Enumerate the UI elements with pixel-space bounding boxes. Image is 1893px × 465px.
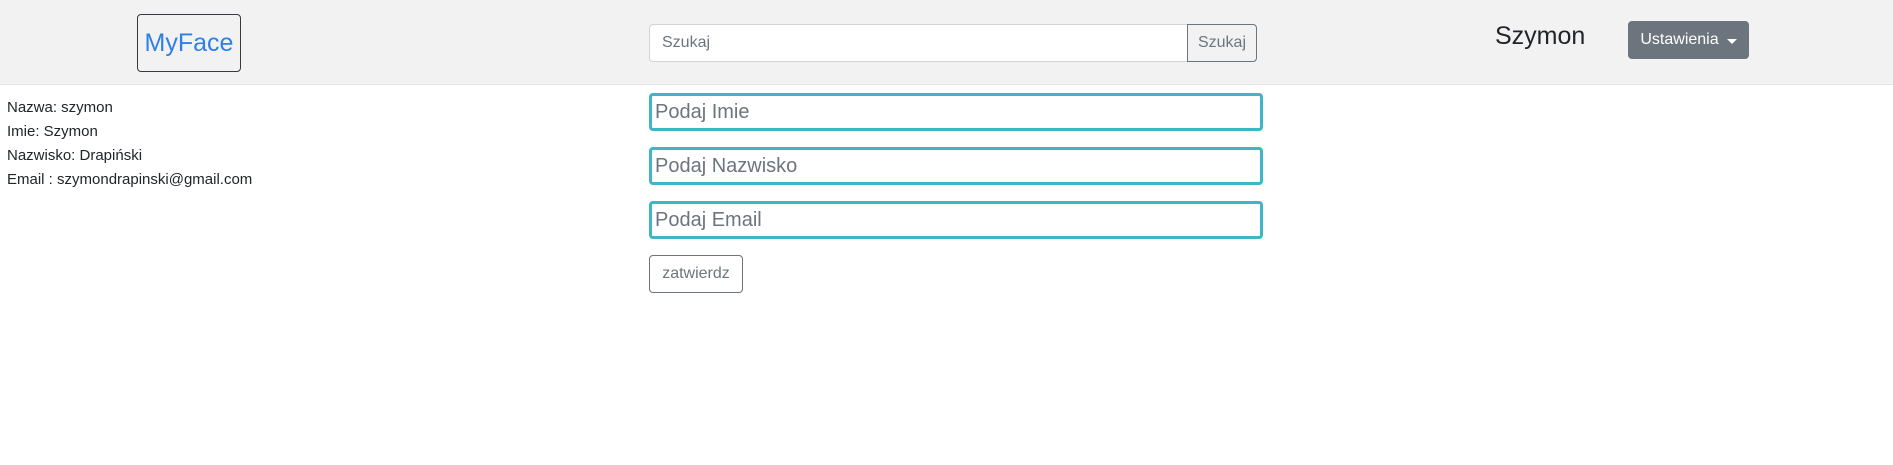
email-field[interactable] xyxy=(649,201,1263,239)
profile-email: Email : szymondrapinski@gmail.com xyxy=(7,171,253,188)
settings-dropdown-button[interactable]: Ustawienia xyxy=(1628,21,1749,59)
search-input[interactable] xyxy=(649,24,1187,62)
search-button[interactable]: Szukaj xyxy=(1187,24,1257,62)
submit-button[interactable]: zatwierdz xyxy=(649,255,743,293)
settings-label: Ustawienia xyxy=(1640,31,1719,48)
profile-first-name: Imie: Szymon xyxy=(7,123,98,140)
profile-username: Nazwa: szymon xyxy=(7,99,113,116)
navbar: MyFace Szukaj Szymon Ustawienia xyxy=(0,0,1893,85)
last-name-field[interactable] xyxy=(649,147,1263,185)
profile-last-name: Nazwisko: Drapiński xyxy=(7,147,143,164)
profile-info: Nazwa: szymon Imie: Szymon Nazwisko: Dra… xyxy=(7,96,252,192)
username-label: Szymon xyxy=(1495,22,1586,50)
search-form: Szukaj xyxy=(649,24,1257,62)
first-name-field[interactable] xyxy=(649,93,1263,131)
brand-link[interactable]: MyFace xyxy=(137,14,241,72)
edit-profile-form: zatwierdz xyxy=(649,93,1263,293)
caret-down-icon xyxy=(1726,38,1737,44)
